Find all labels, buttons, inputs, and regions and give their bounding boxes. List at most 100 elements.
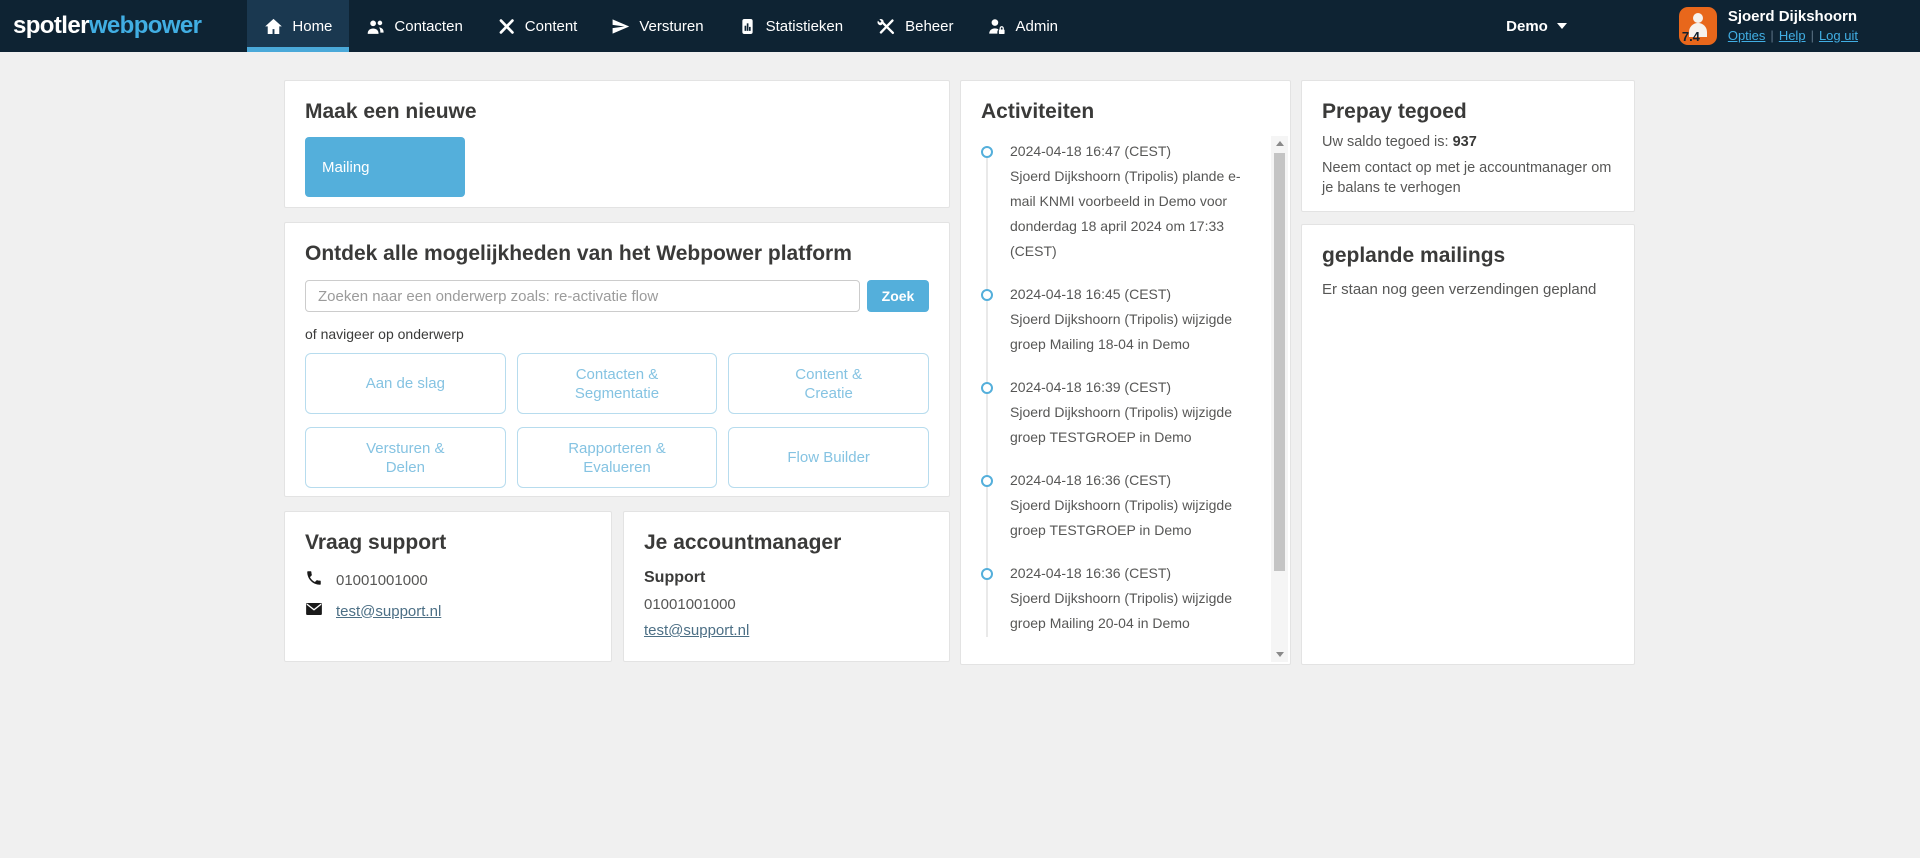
activity-timestamp: 2024-04-18 16:39 (CEST) (1010, 375, 1260, 400)
planned-mailings-empty-text: Er staan nog geen verzendingen gepland (1322, 281, 1614, 298)
support-row: Vraag support 01001001000 test@support.n… (284, 511, 950, 662)
scroll-down-button[interactable] (1271, 647, 1288, 662)
dashboard-content: Maak een nieuwe Mailing Ontdek alle moge… (0, 52, 1920, 665)
scroll-up-button[interactable] (1271, 136, 1288, 151)
nav-item-label: Contacten (394, 18, 462, 35)
activity-timestamp: 2024-04-18 16:45 (CEST) (1010, 282, 1260, 307)
topic-search-row: Zoek (305, 280, 929, 312)
admin-user-lock-icon (987, 17, 1006, 36)
discover-card-title: Ontdek alle mogelijkheden van het Webpow… (305, 242, 929, 266)
topic-button-rapporteren-evalueren[interactable]: Rapporteren & Evalueren (517, 427, 718, 488)
support-card: Vraag support 01001001000 test@support.n… (284, 511, 612, 662)
create-new-card: Maak een nieuwe Mailing (284, 80, 950, 208)
activity-item: 2024-04-18 16:36 (CEST) Sjoerd Dijkshoor… (981, 561, 1260, 636)
contacts-icon (366, 17, 385, 36)
prepay-balance-line: Uw saldo tegoed is: 937 (1322, 134, 1614, 150)
planned-mailings-title: geplande mailings (1322, 244, 1614, 268)
support-email-link[interactable]: test@support.nl (336, 603, 441, 620)
activity-item: 2024-04-18 16:45 (CEST) Sjoerd Dijkshoor… (981, 282, 1260, 357)
activity-text: Sjoerd Dijkshoorn (Tripolis) wijzigde gr… (1010, 493, 1260, 543)
support-email-row: test@support.nl (305, 600, 591, 622)
prepay-note: Neem contact op met je accountmanager om… (1322, 158, 1614, 198)
avatar[interactable]: 7.4 (1679, 7, 1717, 45)
discover-card: Ontdek alle mogelijkheden van het Webpow… (284, 222, 950, 497)
nav-item-home[interactable]: Home (247, 0, 349, 52)
nav-item-label: Home (292, 18, 332, 35)
activities-card: Activiteiten 2024-04-18 16:47 (CEST) Sjo… (960, 80, 1291, 665)
chevron-down-icon (1557, 23, 1567, 29)
left-column: Maak een nieuwe Mailing Ontdek alle moge… (284, 80, 950, 662)
activities-card-title: Activiteiten (981, 100, 1260, 124)
activity-text: Sjoerd Dijkshoorn (Tripolis) wijzigde gr… (1010, 586, 1260, 636)
help-link[interactable]: Help (1779, 28, 1806, 43)
prepay-card-title: Prepay tegoed (1322, 100, 1614, 124)
timeline-bullet-icon (981, 568, 993, 580)
topic-search-input[interactable] (305, 280, 860, 312)
send-paper-plane-icon (611, 17, 630, 36)
statistics-icon (738, 17, 757, 36)
activity-timestamp: 2024-04-18 16:47 (CEST) (1010, 139, 1260, 164)
topic-button-aan-de-slag[interactable]: Aan de slag (305, 353, 506, 414)
separator: | (1770, 28, 1773, 43)
middle-column: Activiteiten 2024-04-18 16:47 (CEST) Sjo… (960, 80, 1291, 665)
topic-buttons-grid: Aan de slag Contacten & Segmentatie Cont… (305, 353, 929, 488)
topic-button-contacten-segmentatie[interactable]: Contacten & Segmentatie (517, 353, 718, 414)
opties-link[interactable]: Opties (1728, 28, 1766, 43)
envelope-icon (305, 600, 323, 622)
nav-item-admin[interactable]: Admin (970, 0, 1075, 52)
phone-icon (305, 569, 323, 591)
timeline-bullet-icon (981, 382, 993, 394)
nav-item-beheer[interactable]: Beheer (860, 0, 970, 52)
activities-scrollbar[interactable] (1271, 136, 1288, 662)
top-navigation-bar: spotlerwebpower Home Contacten Content V… (0, 0, 1920, 52)
nav-item-statistieken[interactable]: Statistieken (721, 0, 861, 52)
prepay-balance-value: 937 (1453, 134, 1477, 150)
new-mailing-button[interactable]: Mailing (305, 137, 465, 197)
workspace-name: Demo (1506, 18, 1548, 35)
activity-timestamp: 2024-04-18 16:36 (CEST) (1010, 468, 1260, 493)
spotler-webpower-logo[interactable]: spotlerwebpower (13, 12, 201, 40)
right-column: Prepay tegoed Uw saldo tegoed is: 937 Ne… (1301, 80, 1635, 665)
nav-item-contacten[interactable]: Contacten (349, 0, 479, 52)
activity-text: Sjoerd Dijkshoorn (Tripolis) wijzigde gr… (1010, 400, 1260, 450)
scrollbar-thumb[interactable] (1274, 153, 1285, 571)
activity-text: Sjoerd Dijkshoorn (Tripolis) plande e-ma… (1010, 164, 1260, 264)
accountmanager-phone: 01001001000 (644, 596, 929, 613)
nav-item-versturen[interactable]: Versturen (594, 0, 720, 52)
avatar-badge: 7.4 (1682, 29, 1700, 44)
support-phone-row: 01001001000 (305, 569, 591, 591)
separator: | (1811, 28, 1814, 43)
workspace-selector[interactable]: Demo (1506, 18, 1567, 35)
topic-button-versturen-delen[interactable]: Versturen & Delen (305, 427, 506, 488)
create-card-title: Maak een nieuwe (305, 100, 929, 124)
scroll-down-icon (1276, 652, 1284, 657)
user-links: Opties | Help | Log uit (1728, 28, 1858, 44)
prepay-card: Prepay tegoed Uw saldo tegoed is: 937 Ne… (1301, 80, 1635, 212)
logout-link[interactable]: Log uit (1819, 28, 1858, 43)
nav-item-label: Content (525, 18, 578, 35)
nav-item-content[interactable]: Content (480, 0, 595, 52)
activity-item: 2024-04-18 16:39 (CEST) Sjoerd Dijkshoor… (981, 375, 1260, 450)
user-name: Sjoerd Dijkshoorn (1728, 8, 1858, 27)
activity-text: Sjoerd Dijkshoorn (Tripolis) wijzigde gr… (1010, 307, 1260, 357)
timeline-bullet-icon (981, 475, 993, 487)
logo-text-webpower: webpower (89, 12, 202, 39)
user-block: Sjoerd Dijkshoorn Opties | Help | Log uit (1728, 8, 1858, 44)
timeline-bullet-icon (981, 289, 993, 301)
search-submit-button[interactable]: Zoek (867, 280, 929, 312)
support-phone-number: 01001001000 (336, 572, 428, 589)
topic-button-flow-builder[interactable]: Flow Builder (728, 427, 929, 488)
timeline-bullet-icon (981, 146, 993, 158)
planned-mailings-card: geplande mailings Er staan nog geen verz… (1301, 224, 1635, 665)
activity-timestamp: 2024-04-18 16:36 (CEST) (1010, 561, 1260, 586)
activity-list: 2024-04-18 16:47 (CEST) Sjoerd Dijkshoor… (981, 139, 1260, 637)
discover-subtitle: of navigeer op onderwerp (305, 326, 929, 342)
activity-item: 2024-04-18 16:47 (CEST) Sjoerd Dijkshoor… (981, 139, 1260, 264)
activity-item: 2024-04-18 16:36 (CEST) Sjoerd Dijkshoor… (981, 468, 1260, 543)
accountmanager-name: Support (644, 569, 929, 587)
support-card-title: Vraag support (305, 531, 591, 555)
home-icon (264, 17, 283, 36)
topic-button-content-creatie[interactable]: Content & Creatie (728, 353, 929, 414)
accountmanager-email-link[interactable]: test@support.nl (644, 622, 749, 639)
tools-wrench-icon (877, 17, 896, 36)
